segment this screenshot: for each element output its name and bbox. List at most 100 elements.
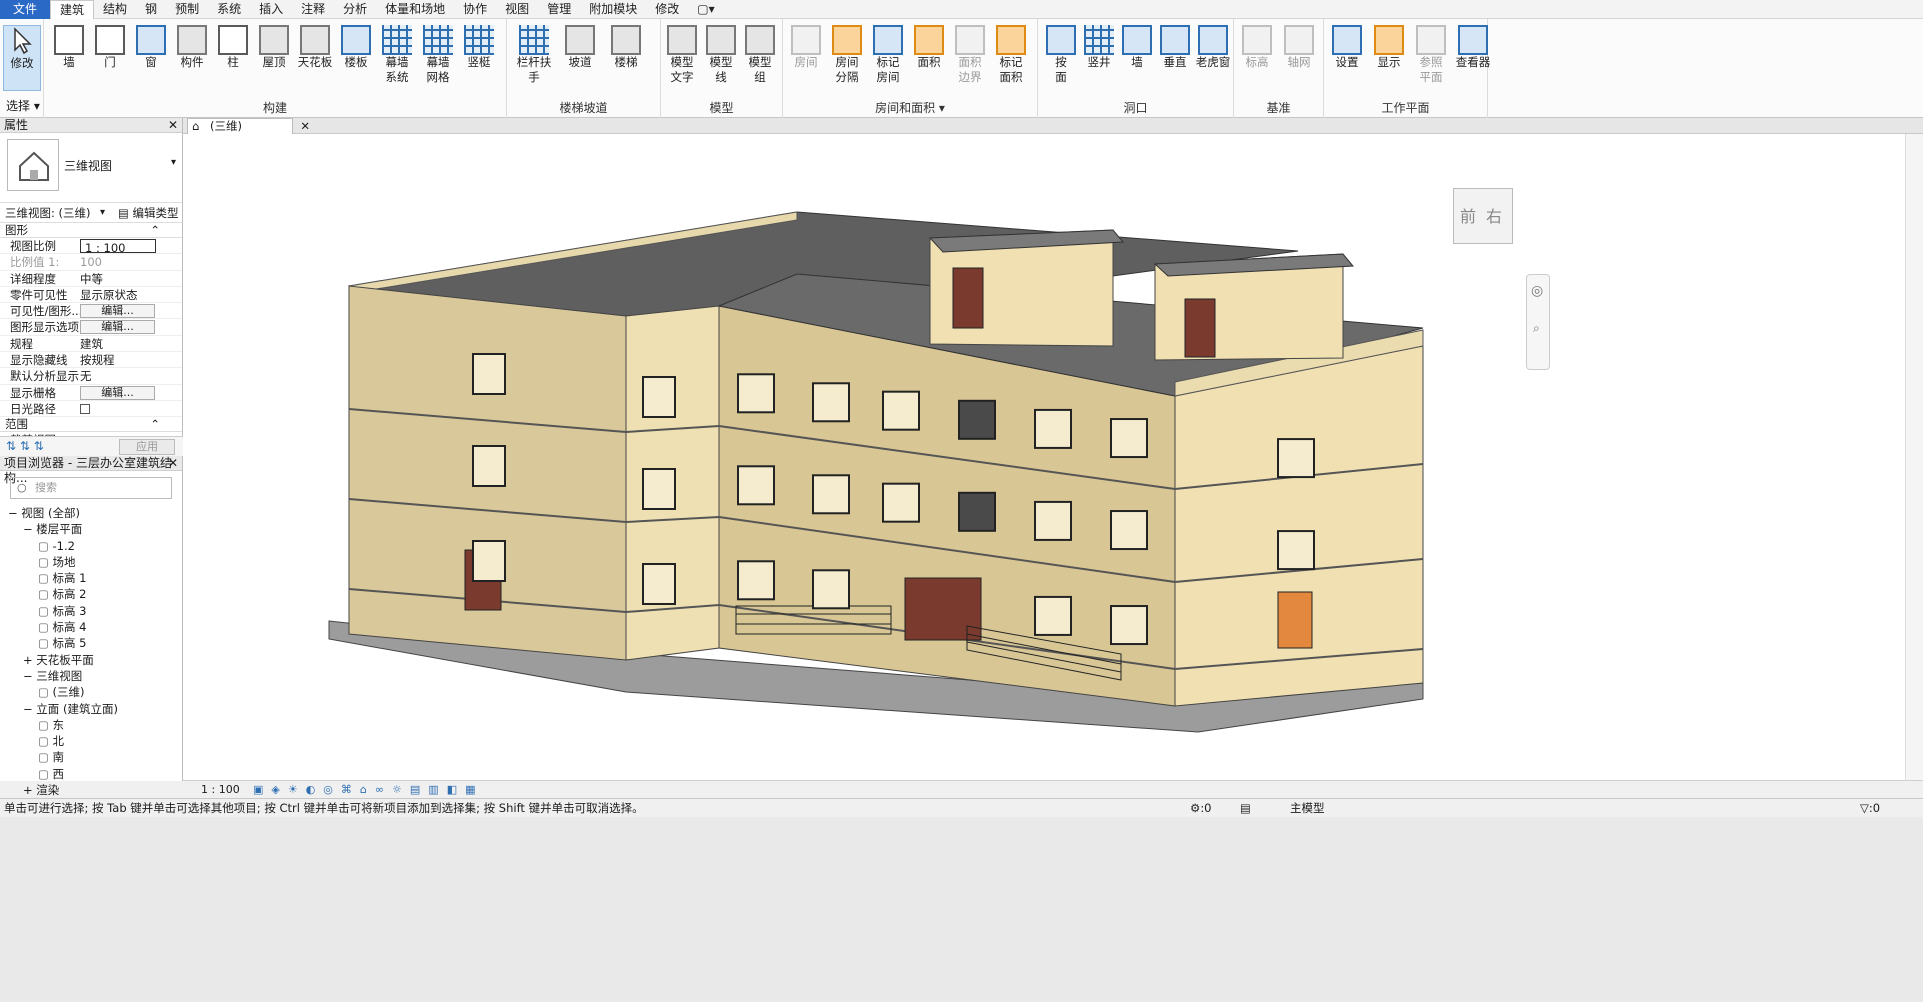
viewcube[interactable]: 前 右 (1453, 188, 1513, 244)
apply-button[interactable]: 应用 (119, 439, 175, 455)
steering-wheel-icon[interactable]: ◎ (1531, 283, 1543, 299)
menu-tab-5[interactable]: 系统 (208, 0, 250, 19)
menu-tab-3[interactable]: 钢 (136, 0, 166, 19)
workplane-tool-2[interactable]: 参照 平面 (1412, 25, 1450, 85)
room-tool-0[interactable]: 房间 (787, 25, 825, 70)
menu-tab-10[interactable]: 协作 (454, 0, 496, 19)
menu-tab-0[interactable]: 文件 (0, 0, 51, 19)
menu-tab-12[interactable]: 管理 (538, 0, 580, 19)
expander-icon[interactable]: − (23, 702, 36, 716)
property-row[interactable]: 显示栅格 编辑... (0, 385, 182, 401)
browser-tree-item[interactable]: ▢ 标高 5 (0, 635, 182, 651)
filter-icon[interactable]: ▽:0 (1860, 799, 1880, 817)
close-icon[interactable]: ✕ (168, 118, 178, 133)
browser-tree-item[interactable]: ▢ 西 (0, 766, 182, 782)
room-tool-4[interactable]: 面积 边界 (951, 25, 989, 85)
opening-tool-0[interactable]: 按 面 (1042, 25, 1080, 85)
browser-tree-item[interactable]: − 楼层平面 (0, 521, 182, 537)
browser-tree-item[interactable]: − 视图 (全部) (0, 505, 182, 521)
view-control-icons[interactable]: ▣◈☀◐◎⌘⌂∞☼▤▥◧▦ (253, 781, 484, 798)
menu-tab-2[interactable]: 结构 (94, 0, 136, 19)
menu-tab-4[interactable]: 预制 (166, 0, 208, 19)
build-tool-1[interactable]: 门 (91, 25, 129, 70)
build-tool-9[interactable]: 幕墙 网格 (419, 25, 457, 85)
browser-tree-item[interactable]: ▢ -1.2 (0, 538, 182, 554)
design-options-icon[interactable]: ▤ (1240, 799, 1251, 817)
section-extents[interactable]: 范围 ⌃ (0, 417, 182, 433)
build-tool-4[interactable]: 柱 (214, 25, 252, 70)
expander-icon[interactable]: + (23, 653, 36, 667)
property-row[interactable]: 日光路径 (0, 401, 182, 418)
collapse-icon[interactable]: ⌃ (150, 417, 160, 432)
tab-3d-view[interactable]: ⌂ (三维) ✕ (187, 118, 310, 134)
browser-tree-item[interactable]: ▢ 东 (0, 717, 182, 733)
property-row[interactable]: 图形显示选项 编辑... (0, 319, 182, 336)
sun-path-checkbox[interactable] (80, 403, 90, 414)
close-icon[interactable]: ✕ (168, 456, 178, 471)
build-tool-5[interactable]: 屋顶 (255, 25, 293, 70)
build-tool-7[interactable]: 楼板 (337, 25, 375, 70)
circulation-tool-1[interactable]: 坡道 (561, 25, 599, 70)
menu-tab-7[interactable]: 注释 (292, 0, 334, 19)
navigation-bar[interactable]: ◎ ⌕ (1526, 274, 1550, 370)
menu-tab-11[interactable]: 视图 (496, 0, 538, 19)
menu-tab-8[interactable]: 分析 (334, 0, 376, 19)
expander-icon[interactable]: − (23, 669, 36, 683)
datum-tool-0[interactable]: 标高 (1238, 25, 1276, 70)
building-model[interactable] (183, 134, 1905, 780)
browser-tree-item[interactable]: − 立面 (建筑立面) (0, 701, 182, 717)
modify-button[interactable]: 修改 (3, 25, 41, 91)
property-row[interactable]: 零件可见性 显示原状态 (0, 287, 182, 304)
zoom-icon[interactable]: ⌕ (1533, 321, 1540, 336)
close-icon[interactable]: ✕ (300, 119, 310, 134)
room-tool-3[interactable]: 面积 (910, 25, 948, 70)
vertical-scrollbar[interactable] (1905, 134, 1923, 780)
opening-tool-4[interactable]: 老虎窗 (1194, 25, 1232, 70)
select-dropdown[interactable]: 选择 ▾ (6, 97, 40, 114)
browser-tree-item[interactable]: ▢ 场地 (0, 554, 182, 570)
browser-tree-item[interactable]: ▢ 标高 3 (0, 603, 182, 619)
menu-tab-15[interactable]: ▢▾ (688, 0, 723, 19)
build-tool-8[interactable]: 幕墙 系统 (378, 25, 416, 85)
menu-tab-14[interactable]: 修改 (646, 0, 688, 19)
circulation-tool-0[interactable]: 栏杆扶手 (515, 25, 553, 85)
section-graphics[interactable]: 图形 ⌃ (0, 223, 182, 238)
build-tool-0[interactable]: 墙 (50, 25, 88, 70)
expander-icon[interactable]: − (8, 506, 21, 520)
expander-icon[interactable]: + (23, 783, 36, 797)
property-row[interactable]: 可见性/图形... 编辑... (0, 303, 182, 320)
3d-viewport[interactable]: 前 右 ◎ ⌕ (183, 134, 1905, 780)
build-tool-3[interactable]: 构件 (173, 25, 211, 70)
active-model[interactable]: 主模型 (1290, 799, 1325, 817)
model-tool-2[interactable]: 模型 组 (741, 25, 779, 85)
browser-tree-item[interactable]: ▢ 标高 1 (0, 570, 182, 586)
menu-tab-9[interactable]: 体量和场地 (376, 0, 454, 19)
opening-tool-3[interactable]: 垂直 (1156, 25, 1194, 70)
browser-tree-item[interactable]: − 三维视图 (0, 668, 182, 684)
expander-icon[interactable]: − (23, 522, 36, 536)
opening-tool-2[interactable]: 墙 (1118, 25, 1156, 70)
browser-tree-item[interactable]: + 渲染 (0, 782, 182, 798)
view-scale[interactable]: 1 : 100 (201, 781, 240, 798)
chevron-down-icon[interactable]: ▾ (171, 157, 176, 168)
edit-type-button[interactable]: ▤ 编辑类型 (118, 203, 179, 223)
room-tool-5[interactable]: 标记 面积 (992, 25, 1030, 85)
model-tool-0[interactable]: 模型 文字 (663, 25, 701, 85)
instance-selector[interactable]: 三维视图: (三维) ▾ ▤ 编辑类型 (0, 203, 182, 223)
chevron-down-icon[interactable]: ▾ (100, 203, 105, 223)
browser-tree-item[interactable]: ▢ 标高 2 (0, 586, 182, 602)
room-tool-1[interactable]: 房间 分隔 (828, 25, 866, 85)
workplane-tool-0[interactable]: 设置 (1328, 25, 1366, 70)
build-tool-6[interactable]: 天花板 (296, 25, 334, 70)
browser-tree-item[interactable]: + 天花板平面 (0, 652, 182, 668)
circulation-tool-2[interactable]: 楼梯 (607, 25, 645, 70)
browser-search-input[interactable]: ○ 搜索 (10, 477, 172, 499)
build-tool-2[interactable]: 窗 (132, 25, 170, 70)
property-row[interactable]: 详细程度 中等 (0, 271, 182, 287)
property-row[interactable]: 比例值 1: 100 (0, 254, 182, 271)
property-row[interactable]: 显示隐藏线 按规程 (0, 352, 182, 369)
workplane-tool-1[interactable]: 显示 (1370, 25, 1408, 70)
build-tool-10[interactable]: 竖梃 (460, 25, 498, 70)
model-tool-1[interactable]: 模型 线 (702, 25, 740, 85)
property-row[interactable]: 默认分析显示...无 (0, 368, 182, 385)
